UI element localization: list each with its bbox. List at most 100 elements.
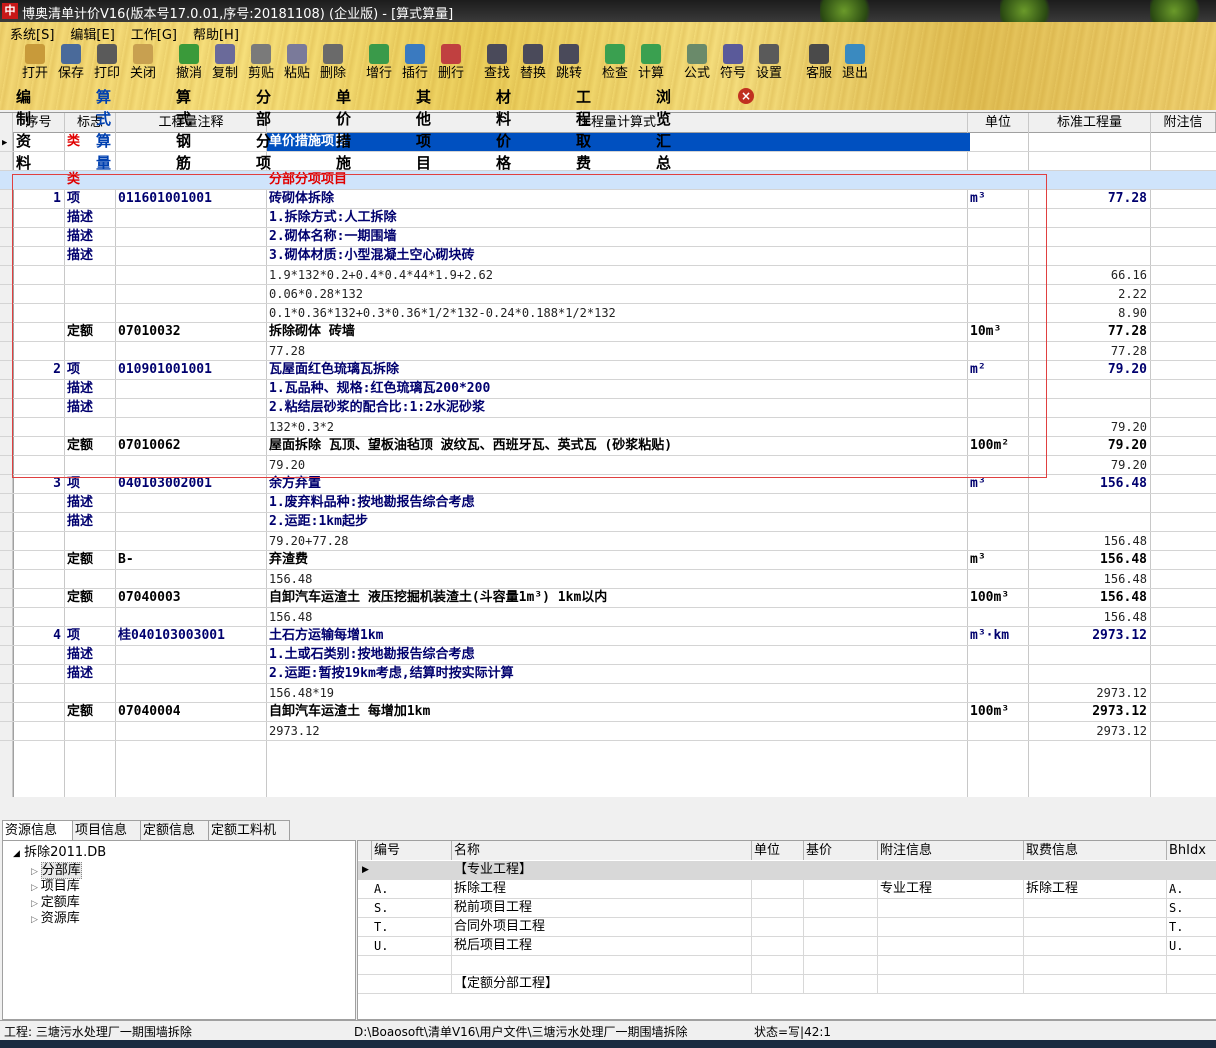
row-quantity[interactable]: [1031, 513, 1147, 531]
row-quantity[interactable]: 77.28: [1031, 323, 1147, 341]
exit-button[interactable]: 退出: [838, 44, 872, 84]
row-formula[interactable]: 79.20: [269, 456, 964, 474]
resource-row[interactable]: ▶ 【专业工程】: [358, 861, 1216, 880]
row-quantity[interactable]: 2973.12: [1031, 722, 1147, 740]
grid-row[interactable]: 1 项 011601001001 砖砌体拆除 m³ 77.28: [0, 190, 1216, 209]
row-formula[interactable]: 0.06*0.28*132: [269, 285, 964, 303]
row-formula[interactable]: 79.20+77.28: [269, 532, 964, 550]
grid-row[interactable]: 156.48*19 2973.12: [0, 684, 1216, 703]
grid-row[interactable]: 2 项 010901001001 瓦屋面红色琉璃瓦拆除 m² 79.20: [0, 361, 1216, 380]
library-tree[interactable]: ◢ 拆除2011.DB ▷ 分部库 ▷ 项目库 ▷ 定额库 ▷ 资源库: [2, 840, 356, 1020]
toolbar-button[interactable]: 检查: [598, 44, 632, 84]
grid-row[interactable]: 132*0.3*2 79.20: [0, 418, 1216, 437]
row-formula[interactable]: 0.1*0.36*132+0.3*0.36*1/2*132-0.24*0.188…: [269, 304, 964, 322]
row-formula[interactable]: 自卸汽车运渣土 每增加1km: [269, 703, 964, 721]
row-formula[interactable]: 156.48: [269, 608, 964, 626]
tree-expand-icon[interactable]: ▷: [31, 883, 41, 893]
row-quantity[interactable]: 2973.12: [1031, 703, 1147, 721]
toolbar-button[interactable]: 增行: [362, 44, 396, 84]
grid-row[interactable]: 2973.12 2973.12: [0, 722, 1216, 741]
grid-row[interactable]: 0.1*0.36*132+0.3*0.36*1/2*132-0.24*0.188…: [0, 304, 1216, 323]
row-quantity[interactable]: [1031, 380, 1147, 398]
row-formula[interactable]: 弃渣费: [269, 551, 964, 569]
grid-row[interactable]: 1.9*132*0.2+0.4*0.4*44*1.9+2.62 66.16: [0, 266, 1216, 285]
row-quantity[interactable]: 156.48: [1031, 589, 1147, 607]
grid-row[interactable]: 描述 1.瓦品种、规格:红色琉璃瓦200*200: [0, 380, 1216, 399]
row-formula[interactable]: 2.运距:1km起步: [269, 513, 964, 531]
tree-expand-icon[interactable]: ▷: [31, 867, 41, 877]
column-header[interactable]: 附注信: [1151, 113, 1216, 132]
grid-row[interactable]: 定额 07040003 自卸汽车运渣土 液压挖掘机装渣土(斗容量1m³) 1km以内…: [0, 589, 1216, 608]
row-quantity[interactable]: 79.20: [1031, 437, 1147, 455]
grid-row[interactable]: 描述 2.运距:1km起步: [0, 513, 1216, 532]
row-quantity[interactable]: [1031, 209, 1147, 227]
tree-expand-icon[interactable]: ▷: [31, 899, 41, 909]
row-formula[interactable]: 1.拆除方式:人工拆除: [269, 209, 964, 227]
toolbar-button[interactable]: 删行: [434, 44, 468, 84]
tab-close-icon[interactable]: ×: [738, 88, 754, 104]
row-formula[interactable]: 拆除砌体 砖墙: [269, 323, 964, 341]
row-formula[interactable]: [269, 152, 964, 170]
tab-0[interactable]: 编制资料: [16, 86, 31, 174]
row-formula[interactable]: 2.运距:暂按19km考虑,结算时按实际计算: [269, 665, 964, 683]
row-quantity[interactable]: 79.20: [1031, 361, 1147, 379]
tree-item[interactable]: ▷ 分部库: [31, 862, 82, 880]
row-quantity[interactable]: 79.20: [1031, 456, 1147, 474]
row-formula[interactable]: 3.砌体材质:小型混凝土空心砌块砖: [269, 247, 964, 265]
grid-row[interactable]: 定额 07010062 屋面拆除 瓦顶、望板油毡顶 波纹瓦、西班牙瓦、英式瓦 (砂浆…: [0, 437, 1216, 456]
row-quantity[interactable]: [1031, 247, 1147, 265]
resource-grid[interactable]: 编号 名称 单位 基价 附注信息 取费信息 BhIdx ▶ 【专业工程】 A. 拆除工程 专业工程 拆除…: [357, 840, 1216, 1020]
resource-row[interactable]: T. 合同外项目工程 T.: [358, 918, 1216, 937]
toolbar-button[interactable]: 客服: [802, 44, 836, 84]
column-header[interactable]: 单位: [968, 113, 1029, 132]
resource-row[interactable]: 【定额分部工程】: [358, 975, 1216, 994]
grid-row[interactable]: 156.48 156.48: [0, 570, 1216, 589]
row-quantity[interactable]: [1031, 171, 1147, 189]
toolbar-button[interactable]: 查找: [480, 44, 514, 84]
bottom-tab-0[interactable]: 资源信息: [2, 820, 76, 841]
grid-row[interactable]: 描述 1.土或石类别:按地勘报告综合考虑: [0, 646, 1216, 665]
tab-2[interactable]: 算式钢筋: [176, 86, 191, 174]
tab-5[interactable]: 其他项目: [416, 86, 431, 174]
row-quantity[interactable]: 66.16: [1031, 266, 1147, 284]
row-formula[interactable]: 余方弃置: [269, 475, 964, 493]
grid-row[interactable]: 描述 2.粘结层砂浆的配合比:1:2水泥砂浆: [0, 399, 1216, 418]
resource-row[interactable]: S. 税前项目工程 S.: [358, 899, 1216, 918]
row-formula[interactable]: 1.废弃料品种:按地勘报告综合考虑: [269, 494, 964, 512]
menu-edit[interactable]: 编辑[E]: [70, 24, 114, 44]
tree-item[interactable]: ▷ 项目库: [31, 879, 80, 896]
toolbar-button[interactable]: 设置: [752, 44, 786, 84]
tree-root[interactable]: ◢ 拆除2011.DB: [13, 845, 106, 862]
tab-7[interactable]: 工程取费: [576, 86, 591, 174]
row-quantity[interactable]: 8.90: [1031, 304, 1147, 322]
toolbar-button[interactable]: 删除: [316, 44, 350, 84]
row-formula[interactable]: 132*0.3*2: [269, 418, 964, 436]
grid-row[interactable]: 156.48 156.48: [0, 608, 1216, 627]
bottom-tab-3[interactable]: 定额工料机: [208, 820, 290, 841]
toolbar-button[interactable]: 粘贴: [280, 44, 314, 84]
resource-row[interactable]: [358, 956, 1216, 975]
tree-item[interactable]: ▷ 定额库: [31, 895, 80, 912]
row-quantity[interactable]: [1031, 133, 1147, 151]
toolbar-button[interactable]: 跳转: [552, 44, 586, 84]
row-formula[interactable]: 77.28: [269, 342, 964, 360]
row-quantity[interactable]: [1031, 646, 1147, 664]
tab-4[interactable]: 单价措施: [336, 86, 351, 174]
grid-row[interactable]: 3 项 040103002001 余方弃置 m³ 156.48: [0, 475, 1216, 494]
formula-grid[interactable]: 序号 标志 工程量注释 工程量计算式 单位 标准工程量 附注信 类单价措施项目类分部分项项目…: [0, 112, 1216, 797]
row-formula[interactable]: 156.48*19: [269, 684, 964, 702]
tab-1[interactable]: 算式算量: [96, 86, 111, 174]
row-quantity[interactable]: [1031, 494, 1147, 512]
row-quantity[interactable]: 156.48: [1031, 608, 1147, 626]
row-quantity[interactable]: 2.22: [1031, 285, 1147, 303]
resource-column-header[interactable]: 附注信息: [878, 841, 1024, 860]
grid-row[interactable]: 描述 2.运距:暂按19km考虑,结算时按实际计算: [0, 665, 1216, 684]
row-formula[interactable]: 1.瓦品种、规格:红色琉璃瓦200*200: [269, 380, 964, 398]
row-quantity[interactable]: 77.28: [1031, 190, 1147, 208]
row-quantity[interactable]: [1031, 152, 1147, 170]
row-formula[interactable]: 分部分项项目: [269, 171, 964, 189]
row-quantity[interactable]: 77.28: [1031, 342, 1147, 360]
resource-column-header[interactable]: 单位: [752, 841, 804, 860]
grid-row[interactable]: 0.06*0.28*132 2.22: [0, 285, 1216, 304]
tree-collapse-icon[interactable]: ◢: [13, 849, 20, 859]
